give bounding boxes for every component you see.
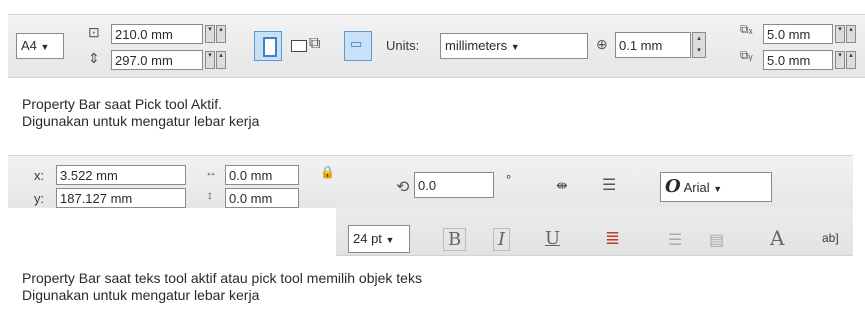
chevron-down-icon: ▼ bbox=[510, 42, 520, 52]
duplicate-x-spinner-up[interactable]: ▴ bbox=[846, 25, 856, 43]
drop-cap-icon[interactable]: ▤ bbox=[709, 230, 724, 250]
page-height-spinner-down[interactable]: ▾ bbox=[205, 51, 215, 69]
x-position-field[interactable]: 3.522 mm bbox=[56, 165, 186, 185]
y-label: y: bbox=[34, 191, 45, 206]
duplicate-x-icon: ⧉ₓ bbox=[740, 22, 753, 36]
units-dropdown[interactable]: millimeters ▼ bbox=[440, 33, 588, 59]
caption-pick-line1: Property Bar saat Pick tool Aktif. bbox=[22, 96, 222, 112]
duplicate-y-spinner-up[interactable]: ▴ bbox=[846, 51, 856, 69]
font-name: Arial bbox=[683, 180, 710, 195]
degree-label: ° bbox=[506, 172, 512, 187]
edit-text-label[interactable]: ab] bbox=[822, 231, 839, 245]
width-arrow-icon: ↔ bbox=[205, 165, 217, 179]
page-width-icon: ⊡ bbox=[88, 24, 100, 40]
units-value: millimeters bbox=[445, 38, 508, 53]
lock-ratio-icon[interactable]: 🔒 bbox=[320, 165, 335, 179]
nudge-field[interactable]: 0.1 mm bbox=[615, 32, 691, 58]
rotation-field[interactable]: 0.0 bbox=[414, 172, 494, 198]
current-page-button[interactable]: ▭ bbox=[344, 31, 372, 61]
caption-pick-tool: Property Bar saat Pick tool Aktif. Digun… bbox=[22, 96, 259, 130]
chevron-down-icon: ▼ bbox=[385, 235, 395, 245]
caption-text-tool: Property Bar saat teks tool aktif atau p… bbox=[22, 270, 422, 304]
rotate-icon: ⟲ bbox=[396, 179, 410, 196]
portrait-button[interactable] bbox=[254, 31, 282, 61]
page-width-field[interactable]: 210.0 mm bbox=[111, 24, 203, 44]
duplicate-x-field[interactable]: 5.0 mm bbox=[763, 24, 833, 44]
italic-button[interactable]: I bbox=[493, 228, 511, 251]
nudge-icon: ⊕ bbox=[596, 36, 608, 52]
underline-button[interactable]: U bbox=[545, 228, 560, 249]
caption-text-line1: Property Bar saat teks tool aktif atau p… bbox=[22, 270, 422, 286]
object-width-field[interactable]: 0.0 mm bbox=[225, 165, 299, 185]
font-type-icon: O bbox=[665, 176, 681, 197]
duplicate-y-field[interactable]: 5.0 mm bbox=[763, 50, 833, 70]
page-height-icon: ⇕ bbox=[88, 50, 100, 66]
text-formatting-icon[interactable]: A bbox=[770, 226, 784, 250]
caption-pick-line2: Digunakan untuk mengatur lebar kerja bbox=[22, 113, 260, 129]
font-dropdown[interactable]: O Arial ▼ bbox=[660, 172, 772, 202]
font-size-value: 24 pt bbox=[353, 231, 382, 246]
y-position-field[interactable]: 187.127 mm bbox=[56, 188, 186, 208]
chevron-down-icon: ▼ bbox=[713, 184, 723, 194]
x-label: x: bbox=[34, 168, 45, 183]
caption-text-line2: Digunakan untuk mengatur lebar kerja bbox=[22, 287, 260, 303]
mirror-horizontal-icon[interactable]: ⇼ bbox=[556, 177, 568, 194]
duplicate-x-spinner-down[interactable]: ▾ bbox=[835, 25, 845, 43]
align-distribute-icon[interactable]: ☰ bbox=[602, 175, 616, 195]
object-height-field[interactable]: 0.0 mm bbox=[225, 188, 299, 208]
page-height-field[interactable]: 297.0 mm bbox=[111, 50, 203, 70]
landscape-icon[interactable] bbox=[291, 40, 307, 52]
font-size-dropdown[interactable]: 24 pt ▼ bbox=[348, 225, 410, 253]
page-size-dropdown[interactable]: A4 ▼ bbox=[16, 33, 64, 59]
units-label: Units: bbox=[386, 38, 420, 53]
nudge-spinner[interactable]: ▴ ▾ bbox=[692, 32, 706, 58]
bold-button[interactable]: B bbox=[443, 228, 467, 251]
bullet-list-icon[interactable]: ☰ bbox=[668, 230, 682, 250]
page-size-value: A4 bbox=[21, 38, 37, 53]
page-width-spinner-down[interactable]: ▾ bbox=[205, 25, 215, 43]
duplicate-y-icon: ⧉ᵧ bbox=[740, 48, 753, 62]
all-pages-icon[interactable]: ⧉ bbox=[309, 35, 320, 53]
current-page-icon: ▭ bbox=[350, 36, 363, 51]
page-width-spinner-up[interactable]: ▴ bbox=[216, 25, 226, 43]
height-arrow-icon: ↕ bbox=[207, 188, 213, 202]
text-align-icon[interactable]: ≣ bbox=[605, 228, 620, 249]
portrait-icon bbox=[263, 37, 277, 57]
duplicate-y-spinner-down[interactable]: ▾ bbox=[835, 51, 845, 69]
chevron-down-icon: ▼ bbox=[40, 42, 50, 52]
page-height-spinner-up[interactable]: ▴ bbox=[216, 51, 226, 69]
